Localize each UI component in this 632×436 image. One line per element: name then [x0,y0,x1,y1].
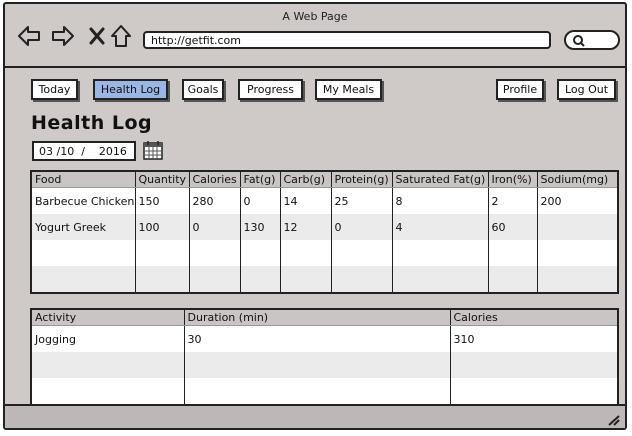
activity-row[interactable] [31,352,618,378]
nav-goals-button[interactable]: Goals [182,79,224,100]
table-cell[interactable] [31,378,185,405]
table-cell[interactable]: 200 [537,187,618,214]
home-icon[interactable] [109,24,133,48]
table-cell[interactable]: 280 [189,187,241,214]
column-header: Saturated Fat(g) [392,171,489,188]
search-field[interactable] [564,30,620,50]
table-cell[interactable] [189,266,241,293]
table-cell[interactable]: Barbecue Chicken [31,187,136,214]
column-header: Calories [189,171,241,188]
nav-my-meals-button[interactable]: My Meals [315,79,382,100]
table-cell[interactable] [392,266,489,293]
activity-log-table: Activity Duration (min) Calories Jogging 30… [30,308,619,406]
resize-grip-icon[interactable] [607,414,621,426]
table-cell[interactable]: 25 [331,187,393,214]
table-cell[interactable] [184,352,451,378]
table-cell[interactable] [537,240,618,266]
table-cell[interactable]: 8 [392,187,489,214]
table-cell[interactable] [537,266,618,293]
status-bar [5,404,625,428]
food-row[interactable] [31,240,618,266]
browser-toolbar: A Web Page http://getfit.com [5,4,625,68]
activity-row[interactable] [31,378,618,405]
table-cell[interactable] [331,240,393,266]
table-cell[interactable]: 100 [135,214,190,240]
table-cell[interactable] [135,240,190,266]
table-cell[interactable]: 14 [280,187,332,214]
window-title: A Web Page [282,10,348,23]
table-cell[interactable]: 130 [240,214,281,240]
calendar-icon[interactable] [143,140,163,160]
column-header: Calories [450,309,618,326]
food-row[interactable] [31,266,618,293]
table-cell[interactable] [537,214,618,240]
table-cell[interactable] [450,352,618,378]
browser-window: A Web Page http://getfit.com Today Healt… [3,2,627,430]
table-cell[interactable] [450,378,618,405]
activity-row[interactable]: Jogging 30 310 [31,325,618,352]
table-cell[interactable]: 0 [189,214,241,240]
food-row[interactable]: Yogurt Greek 100 0 130 12 0 4 60 [31,214,618,240]
column-header: Carb(g) [280,171,332,188]
table-cell[interactable] [31,240,136,266]
search-icon [573,35,585,47]
url-bar[interactable]: http://getfit.com [143,31,551,49]
column-header: Food [31,171,136,188]
table-cell[interactable]: 12 [280,214,332,240]
table-cell[interactable] [240,240,281,266]
column-header: Fat(g) [240,171,281,188]
table-cell[interactable] [488,240,538,266]
table-cell[interactable] [189,240,241,266]
date-input[interactable]: 03 /10 / 2016 [32,141,136,161]
nav-progress-button[interactable]: Progress [238,79,303,100]
column-header: Quantity [135,171,190,188]
table-cell[interactable] [280,240,332,266]
table-cell[interactable] [240,266,281,293]
table-cell[interactable]: 0 [240,187,281,214]
page-title: Health Log [31,112,153,134]
log-out-button[interactable]: Log Out [557,79,616,100]
forward-arrow-icon[interactable] [51,24,75,48]
back-arrow-icon[interactable] [17,24,41,48]
close-icon[interactable] [85,24,109,48]
column-header: Protein(g) [331,171,393,188]
table-cell[interactable] [31,352,185,378]
profile-button[interactable]: Profile [496,79,544,100]
table-cell[interactable] [31,266,136,293]
table-cell[interactable]: 30 [184,325,451,352]
table-cell[interactable] [392,240,489,266]
table-cell[interactable] [280,266,332,293]
food-row[interactable]: Barbecue Chicken 150 280 0 14 25 8 2 200 [31,187,618,214]
table-cell[interactable] [135,266,190,293]
table-cell[interactable]: 2 [488,187,538,214]
nav-health-log-button[interactable]: Health Log [93,79,168,100]
column-header: Duration (min) [184,309,451,326]
table-cell[interactable]: 60 [488,214,538,240]
nav-today-button[interactable]: Today [31,79,78,100]
table-cell[interactable]: 150 [135,187,190,214]
table-cell[interactable]: 0 [331,214,393,240]
table-cell[interactable] [331,266,393,293]
table-cell[interactable] [488,266,538,293]
food-log-table: Food Quantity Calories Fat(g) Carb(g) Protein… [30,170,619,294]
table-cell[interactable]: 310 [450,325,618,352]
table-cell[interactable]: 4 [392,214,489,240]
table-cell[interactable] [184,378,451,405]
table-cell[interactable]: Jogging [31,325,185,352]
column-header: Activity [31,309,185,326]
table-cell[interactable]: Yogurt Greek [31,214,136,240]
column-header: Iron(%) [488,171,538,188]
column-header: Sodium(mg) [537,171,618,188]
